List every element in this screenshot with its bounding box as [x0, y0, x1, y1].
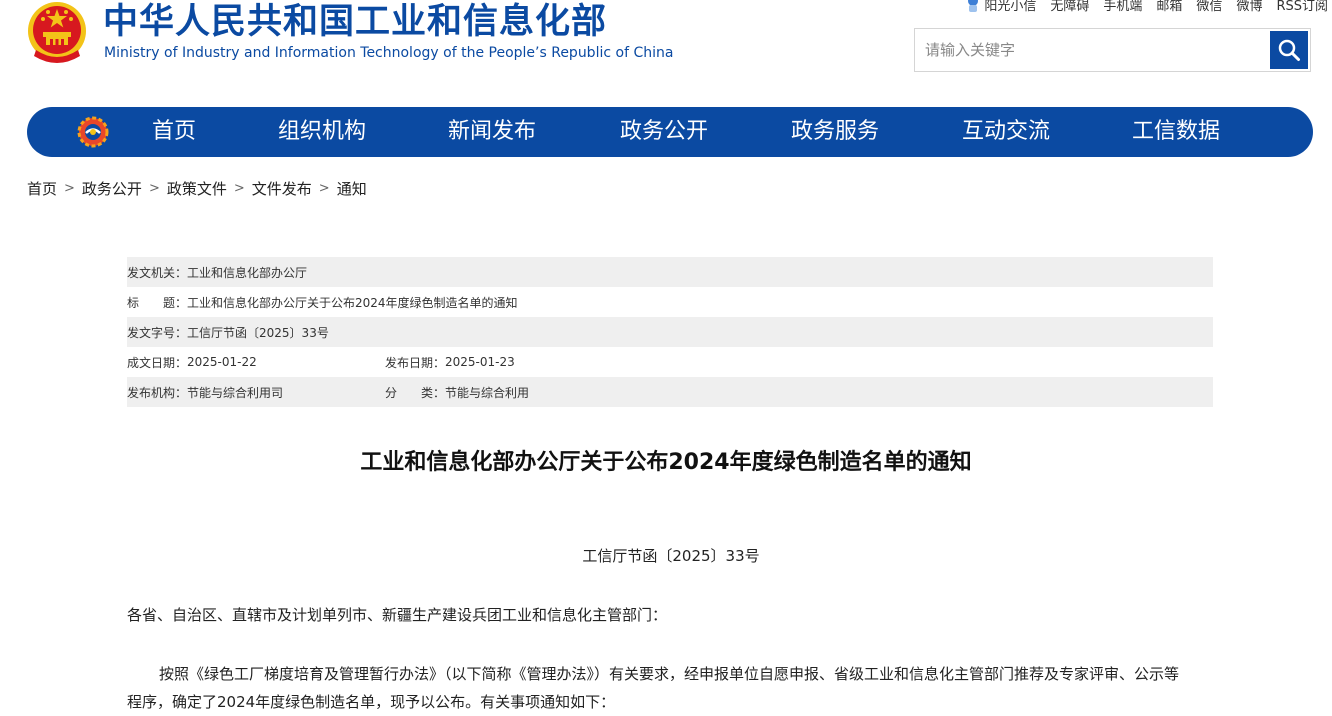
nav-item-government-affairs[interactable]: 政务公开 [620, 107, 708, 157]
meta-cell-published: 发布日期： 2025-01-23 [385, 354, 515, 371]
mascot-icon [968, 0, 979, 12]
meta-cell-category: 分 类： 节能与综合利用 [385, 384, 529, 401]
site-title[interactable]: 中华人民共和国工业和信息化部 [103, 2, 607, 42]
chevron-right-icon: > [148, 181, 160, 196]
meta-row-dates: 成文日期： 2025-01-22 发布日期： 2025-01-23 [127, 347, 1213, 377]
nav-item-home[interactable]: 首页 [152, 107, 196, 157]
top-link-wechat[interactable]: 微信 [1196, 0, 1222, 14]
top-link-label: 邮箱 [1156, 0, 1183, 14]
breadcrumb-notice[interactable]: 通知 [337, 178, 367, 199]
top-link-label: 无障碍 [1050, 0, 1090, 14]
nav-item-news[interactable]: 新闻发布 [448, 107, 536, 157]
meta-value-written: 2025-01-22 [187, 355, 257, 369]
search-input[interactable] [915, 29, 1268, 71]
breadcrumb-policy-documents[interactable]: 政策文件 [167, 178, 227, 199]
meta-value-category: 节能与综合利用 [445, 385, 530, 400]
top-link-weibo[interactable]: 微博 [1236, 0, 1262, 14]
search-button[interactable] [1270, 31, 1308, 69]
meta-label: 发布日期： [385, 355, 446, 370]
search-icon [1278, 39, 1300, 61]
meta-row-title: 标 题： 工业和信息化部办公厅关于公布2024年度绿色制造名单的通知 [127, 287, 1213, 317]
top-links: 阳光小信 无障碍 手机端 邮箱 微信 微博 RSS订阅 [966, 0, 1328, 14]
chevron-right-icon: > [64, 181, 75, 196]
nav-item-organization[interactable]: 组织机构 [278, 107, 366, 157]
meta-label: 标 题： [127, 295, 188, 310]
top-link-accessibility[interactable]: 无障碍 [1050, 0, 1089, 14]
main-nav: 首页 组织机构 新闻发布 政务公开 政务服务 互动交流 工信数据 [27, 107, 1313, 157]
meta-row-issuer: 发文机关： 工业和信息化部办公厅 [127, 257, 1213, 287]
article-paragraph: 按照《绿色工厂梯度培育及管理暂行办法》（以下简称《管理办法》）有关要求，经申报单… [127, 665, 1180, 711]
top-link-rss[interactable]: RSS订阅 [1276, 0, 1328, 14]
meta-value-agency: 节能与综合利用司 [187, 385, 284, 400]
meta-value-issuer: 工业和信息化部办公厅 [187, 265, 308, 280]
nav-item-data[interactable]: 工信数据 [1132, 107, 1220, 157]
meta-label: 发文字号： [127, 325, 188, 340]
nav-item-services[interactable]: 政务服务 [791, 107, 879, 157]
meta-label: 成文日期： [127, 355, 188, 370]
national-emblem-icon[interactable] [26, 0, 88, 66]
top-link-label: 手机端 [1103, 0, 1143, 14]
chevron-right-icon: > [318, 181, 330, 196]
top-link-sunshine[interactable]: 阳光小信 [966, 0, 1036, 14]
meta-label: 分 类： [385, 385, 446, 400]
meta-row-docno: 发文字号： 工信厅节函〔2025〕33号 [127, 317, 1213, 347]
top-link-mobile[interactable]: 手机端 [1103, 0, 1142, 14]
top-link-mail[interactable]: 邮箱 [1156, 0, 1182, 14]
site-header: 中华人民共和国工业和信息化部 Ministry of Industry and … [0, 0, 1332, 100]
top-link-label: 阳光小信 [984, 0, 1037, 14]
meta-row-agency: 发布机构： 节能与综合利用司 分 类： 节能与综合利用 [127, 377, 1213, 407]
meta-value-published: 2025-01-23 [445, 355, 515, 369]
meta-label: 发文机关： [127, 265, 188, 280]
article-title: 工业和信息化部办公厅关于公布2024年度绿色制造名单的通知 [360, 450, 972, 475]
breadcrumb-government-affairs[interactable]: 政务公开 [82, 178, 142, 199]
document-meta-table: 发文机关： 工业和信息化部办公厅 标 题： 工业和信息化部办公厅关于公布2024… [127, 257, 1213, 407]
meta-label: 发布机构： [127, 385, 188, 400]
search-box [914, 28, 1311, 72]
breadcrumb: 首页 > 政务公开 > 政策文件 > 文件发布 > 通知 [27, 178, 367, 199]
chevron-right-icon: > [233, 181, 245, 196]
miit-logo-icon[interactable] [77, 116, 109, 148]
article-doc-number: 工信厅节函〔2025〕33号 [582, 547, 760, 565]
site-subtitle-en[interactable]: Ministry of Industry and Information Tec… [104, 44, 673, 62]
meta-value-title: 工业和信息化部办公厅关于公布2024年度绿色制造名单的通知 [187, 295, 518, 310]
breadcrumb-file-release[interactable]: 文件发布 [252, 178, 312, 199]
breadcrumb-home[interactable]: 首页 [27, 178, 57, 199]
top-link-label: RSS订阅 [1276, 0, 1328, 14]
nav-item-interaction[interactable]: 互动交流 [962, 107, 1050, 157]
article-salutation: 各省、自治区、直辖市及计划单列市、新疆生产建设兵团工业和信息化主管部门： [127, 606, 668, 624]
meta-cell-agency: 发布机构： 节能与综合利用司 [127, 384, 283, 401]
meta-cell-written: 成文日期： 2025-01-22 [127, 354, 257, 371]
meta-value-docno: 工信厅节函〔2025〕33号 [187, 325, 329, 340]
top-link-label: 微信 [1196, 0, 1223, 14]
top-link-label: 微博 [1236, 0, 1263, 14]
